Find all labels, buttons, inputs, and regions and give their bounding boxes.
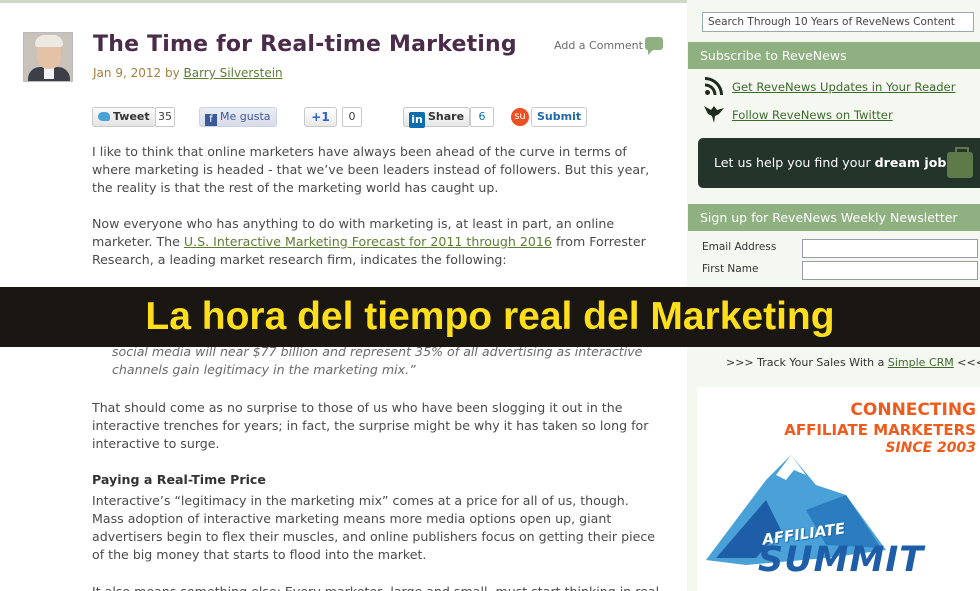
subheading: Paying a Real-Time Price bbox=[92, 472, 266, 487]
share-bar: Tweet 35 f Me gusta +1 0 in Share 6 su Sub… bbox=[92, 106, 692, 128]
briefcase-icon bbox=[947, 147, 973, 178]
rss-icon[interactable] bbox=[704, 76, 724, 96]
ad-line-1: CONNECTING bbox=[850, 400, 976, 420]
blockquote: social media will near $77 billion and r… bbox=[112, 344, 643, 377]
tweet-count: 35 bbox=[155, 107, 175, 127]
author-link[interactable]: Barry Silverstein bbox=[184, 66, 283, 80]
paragraph-3: That should come as no surprise to those… bbox=[92, 400, 649, 451]
stumbleupon-icon[interactable]: su bbox=[511, 108, 529, 126]
ad-line-3: SINCE 2003 bbox=[885, 440, 976, 456]
ad-summit-word: SUMMIT bbox=[758, 540, 925, 580]
paragraph-2: Now everyone who has anything to do with… bbox=[92, 216, 646, 267]
tweet-button[interactable]: Tweet bbox=[92, 107, 156, 127]
facebook-like-button[interactable]: f Me gusta bbox=[199, 107, 277, 127]
ad-line-2: AFFILIATE MARKETERS bbox=[784, 421, 976, 439]
search-input[interactable]: Search Through 10 Years of ReveNews Cont… bbox=[702, 12, 974, 32]
first-name-label: First Name bbox=[702, 263, 759, 275]
first-name-field[interactable] bbox=[802, 261, 978, 280]
paragraph-5: It also means something else: Every mark… bbox=[92, 583, 664, 591]
add-comment-link[interactable]: Add a Comment bbox=[554, 39, 643, 52]
article-meta: Jan 9, 2012 by Barry Silverstein bbox=[93, 66, 283, 80]
facebook-icon: f bbox=[205, 114, 217, 126]
gplus-button[interactable]: +1 bbox=[304, 107, 337, 127]
email-label: Email Address bbox=[702, 241, 777, 253]
avatar-hair bbox=[35, 35, 63, 47]
linkedin-share-button[interactable]: in Share bbox=[403, 107, 471, 128]
simple-crm-link[interactable]: Simple CRM bbox=[888, 356, 954, 369]
paragraph-1: I like to think that online marketers ha… bbox=[92, 144, 650, 195]
jobs-banner[interactable]: Let us help you find your dream job bbox=[698, 138, 980, 188]
caption-text: La hora del tiempo real del Marketing bbox=[145, 295, 835, 338]
linkedin-icon: in bbox=[409, 112, 425, 128]
newsletter-heading: Sign up for ReveNews Weekly Newsletter bbox=[688, 204, 980, 231]
gplus-count: 0 bbox=[342, 107, 362, 127]
subscribe-heading: Subscribe to ReveNews bbox=[688, 42, 980, 69]
paragraph-4: Interactive’s “legitimacy in the marketi… bbox=[92, 493, 656, 562]
twitter-icon bbox=[98, 112, 110, 121]
twitter-bird-icon[interactable] bbox=[702, 102, 726, 124]
email-field[interactable] bbox=[802, 239, 978, 258]
crm-promo: >>> Track Your Sales With a Simple CRM <… bbox=[726, 356, 980, 369]
stumbleupon-submit-button[interactable]: Submit bbox=[531, 107, 588, 127]
article-date: Jan 9, 2012 bbox=[93, 66, 162, 80]
forrester-report-link[interactable]: U.S. Interactive Marketing Forecast for … bbox=[184, 234, 552, 249]
author-avatar bbox=[23, 32, 73, 82]
rss-link[interactable]: Get ReveNews Updates in Your Reader bbox=[732, 80, 955, 94]
linkedin-count: 6 bbox=[470, 107, 494, 127]
comment-bubble-icon[interactable] bbox=[645, 37, 663, 55]
twitter-follow-link[interactable]: Follow ReveNews on Twitter bbox=[732, 108, 893, 122]
article-title[interactable]: The Time for Real-time Marketing bbox=[93, 32, 517, 57]
byline-by: by bbox=[164, 66, 180, 80]
